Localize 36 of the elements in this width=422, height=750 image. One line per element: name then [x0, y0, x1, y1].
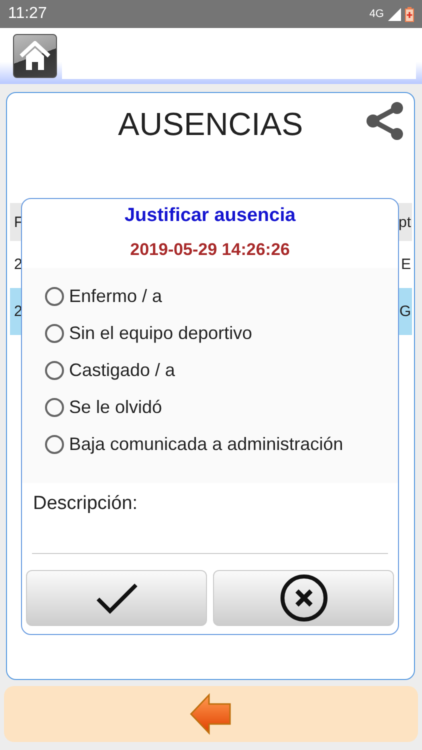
battery-icon	[405, 6, 414, 22]
confirm-button[interactable]	[26, 570, 207, 626]
radio-button[interactable]	[45, 361, 64, 380]
house-icon	[18, 41, 52, 71]
option-label: Enfermo / a	[69, 286, 162, 307]
page-title: AUSENCIAS	[118, 106, 303, 142]
radio-option[interactable]: Se le olvidó	[45, 397, 398, 418]
dialog-date: 2019-05-29 14:26:26	[129, 240, 291, 260]
signal-icon	[388, 8, 401, 20]
table-cell: 2	[14, 256, 22, 273]
description-label: Descripción:	[33, 493, 139, 515]
radio-button[interactable]	[45, 398, 64, 417]
option-label: Se le olvidó	[69, 397, 162, 418]
option-label: Castigado / a	[69, 360, 176, 381]
network-type: 4G	[369, 8, 384, 20]
radio-option[interactable]: Baja comunicada a administración	[45, 434, 398, 455]
home-button[interactable]	[13, 34, 57, 78]
table-cell: G	[399, 303, 411, 320]
table-cell: 2	[14, 303, 22, 320]
radio-button[interactable]	[45, 287, 64, 306]
checkmark-icon	[94, 582, 138, 614]
column-header: pt	[398, 214, 411, 230]
option-label: Sin el equipo deportivo	[69, 323, 252, 344]
cancel-button[interactable]	[213, 570, 394, 626]
radio-button[interactable]	[45, 435, 64, 454]
close-icon	[280, 574, 328, 622]
radio-button[interactable]	[45, 324, 64, 343]
dialog-title: Justificar ausencia	[123, 205, 297, 227]
share-icon[interactable]	[366, 101, 404, 141]
table-cell: E	[400, 256, 411, 273]
radio-option[interactable]: Castigado / a	[45, 360, 398, 381]
back-arrow-icon[interactable]	[189, 693, 233, 735]
radio-option[interactable]: Sin el equipo deportivo	[45, 323, 398, 344]
radio-option[interactable]: Enfermo / a	[45, 286, 398, 307]
clock-time: 11:27	[8, 5, 47, 23]
option-label: Baja comunicada a administración	[69, 434, 344, 455]
